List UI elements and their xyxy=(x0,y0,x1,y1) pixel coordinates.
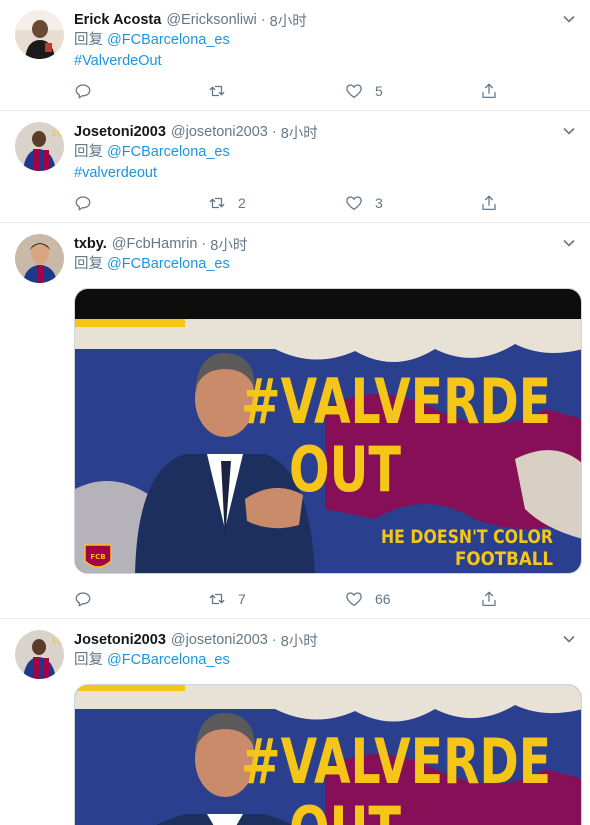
like-button[interactable]: 5 xyxy=(345,80,383,102)
retweet-count: 7 xyxy=(238,591,246,607)
tweet-media-image[interactable]: #VALVERDE OUT xyxy=(74,684,582,825)
reply-button[interactable] xyxy=(74,192,104,214)
share-button[interactable] xyxy=(480,192,498,214)
user-handle[interactable]: @FcbHamrin xyxy=(112,236,198,252)
media-crest-text: FCB xyxy=(90,553,105,561)
separator-dot: · xyxy=(201,236,207,252)
avatar[interactable] xyxy=(15,234,64,283)
timestamp[interactable]: 8小时 xyxy=(281,630,318,651)
like-icon xyxy=(346,196,362,211)
retweet-button[interactable]: 7 xyxy=(208,588,246,610)
timestamp[interactable]: 8小时 xyxy=(210,234,247,255)
tweet-actions: 7 66 xyxy=(74,588,514,610)
user-handle[interactable]: @josetoni2003 xyxy=(171,124,268,140)
reply-icon xyxy=(75,592,91,607)
tweet-header: txby. @FcbHamrin · 8小时 xyxy=(74,234,576,254)
media-headline-line1: #VALVERDE xyxy=(241,365,551,438)
mention-link[interactable]: @FCBarcelona_es xyxy=(107,32,230,48)
like-icon xyxy=(346,84,362,99)
share-button[interactable] xyxy=(480,588,498,610)
retweet-icon xyxy=(209,197,225,209)
avatar[interactable]: 10 xyxy=(15,122,64,171)
separator-dot: · xyxy=(260,12,266,28)
reply-icon xyxy=(75,84,91,99)
replying-to: 回复 @FCBarcelona_es xyxy=(74,650,576,671)
reply-button[interactable] xyxy=(74,80,104,102)
share-icon xyxy=(482,591,496,607)
chevron-down-icon[interactable] xyxy=(562,632,576,646)
retweet-icon xyxy=(209,85,225,97)
mention-link[interactable]: @FCBarcelona_es xyxy=(107,144,230,160)
hashtag-link[interactable]: #ValverdeOut xyxy=(74,53,162,69)
display-name[interactable]: Josetoni2003 xyxy=(74,124,166,140)
share-icon xyxy=(482,83,496,99)
media-headline-line2: OUT xyxy=(289,433,401,506)
retweet-button[interactable] xyxy=(208,80,238,102)
share-button[interactable] xyxy=(480,80,498,102)
media-headline-line2: OUT xyxy=(289,793,401,825)
replying-prefix: 回复 xyxy=(74,32,108,48)
svg-text:10: 10 xyxy=(51,637,63,647)
chevron-down-icon[interactable] xyxy=(562,124,576,138)
media-tagline-line1: HE DOESN'T COLOR xyxy=(381,526,553,548)
user-handle[interactable]: @josetoni2003 xyxy=(171,632,268,648)
like-button[interactable]: 66 xyxy=(345,588,391,610)
like-count: 66 xyxy=(375,591,391,607)
tweet[interactable]: Erick Acosta @Ericksonliwi · 8小时 回复 @FCB… xyxy=(0,0,590,111)
replying-to: 回复 @FCBarcelona_es xyxy=(74,30,576,51)
like-count: 5 xyxy=(375,83,383,99)
separator-dot: · xyxy=(271,124,277,140)
media-tagline-line2: FOOTBALL xyxy=(455,548,553,570)
timestamp[interactable]: 8小时 xyxy=(270,10,307,31)
display-name[interactable]: Erick Acosta xyxy=(74,12,161,28)
reply-icon xyxy=(75,196,91,211)
svg-text:10: 10 xyxy=(51,129,63,139)
tweet[interactable]: 10 Josetoni2003 @josetoni2003 · 8小时 回复 @… xyxy=(0,620,590,825)
tweet-actions: 2 3 xyxy=(74,192,514,214)
media-headline-line1: #VALVERDE xyxy=(241,725,551,798)
tweet-actions: 5 xyxy=(74,80,514,102)
replying-prefix: 回复 xyxy=(74,256,108,272)
tweet[interactable]: 10 Josetoni2003 @josetoni2003 · 8小时 回复 @… xyxy=(0,112,590,223)
replying-to: 回复 @FCBarcelona_es xyxy=(74,142,576,163)
replying-prefix: 回复 xyxy=(74,652,108,668)
replying-to: 回复 @FCBarcelona_es xyxy=(74,254,576,275)
like-count: 3 xyxy=(375,195,383,211)
separator-dot: · xyxy=(271,632,277,648)
display-name[interactable]: txby. xyxy=(74,236,107,252)
tweet-header: Josetoni2003 @josetoni2003 · 8小时 xyxy=(74,630,576,650)
retweet-icon xyxy=(209,593,225,605)
retweet-button[interactable]: 2 xyxy=(208,192,246,214)
avatar[interactable] xyxy=(15,10,64,59)
tweet[interactable]: txby. @FcbHamrin · 8小时 回复 @FCBarcelona_e… xyxy=(0,224,590,619)
tweet-header: Josetoni2003 @josetoni2003 · 8小时 xyxy=(74,122,576,142)
share-icon xyxy=(482,195,496,211)
chevron-down-icon[interactable] xyxy=(562,236,576,250)
tweet-header: Erick Acosta @Ericksonliwi · 8小时 xyxy=(74,10,576,30)
user-handle[interactable]: @Ericksonliwi xyxy=(166,12,256,28)
mention-link[interactable]: @FCBarcelona_es xyxy=(107,652,230,668)
avatar[interactable]: 10 xyxy=(15,630,64,679)
like-button[interactable]: 3 xyxy=(345,192,383,214)
timestamp[interactable]: 8小时 xyxy=(281,122,318,143)
tweet-media-image[interactable]: FCB #VALVERDE OUT HE DOESN'T COLOR FOOTB… xyxy=(74,288,582,574)
hashtag-link[interactable]: #valverdeout xyxy=(74,165,157,181)
chevron-down-icon[interactable] xyxy=(562,12,576,26)
display-name[interactable]: Josetoni2003 xyxy=(74,632,166,648)
replying-prefix: 回复 xyxy=(74,144,108,160)
like-icon xyxy=(346,592,362,607)
reply-button[interactable] xyxy=(74,588,104,610)
mention-link[interactable]: @FCBarcelona_es xyxy=(107,256,230,272)
retweet-count: 2 xyxy=(238,195,246,211)
